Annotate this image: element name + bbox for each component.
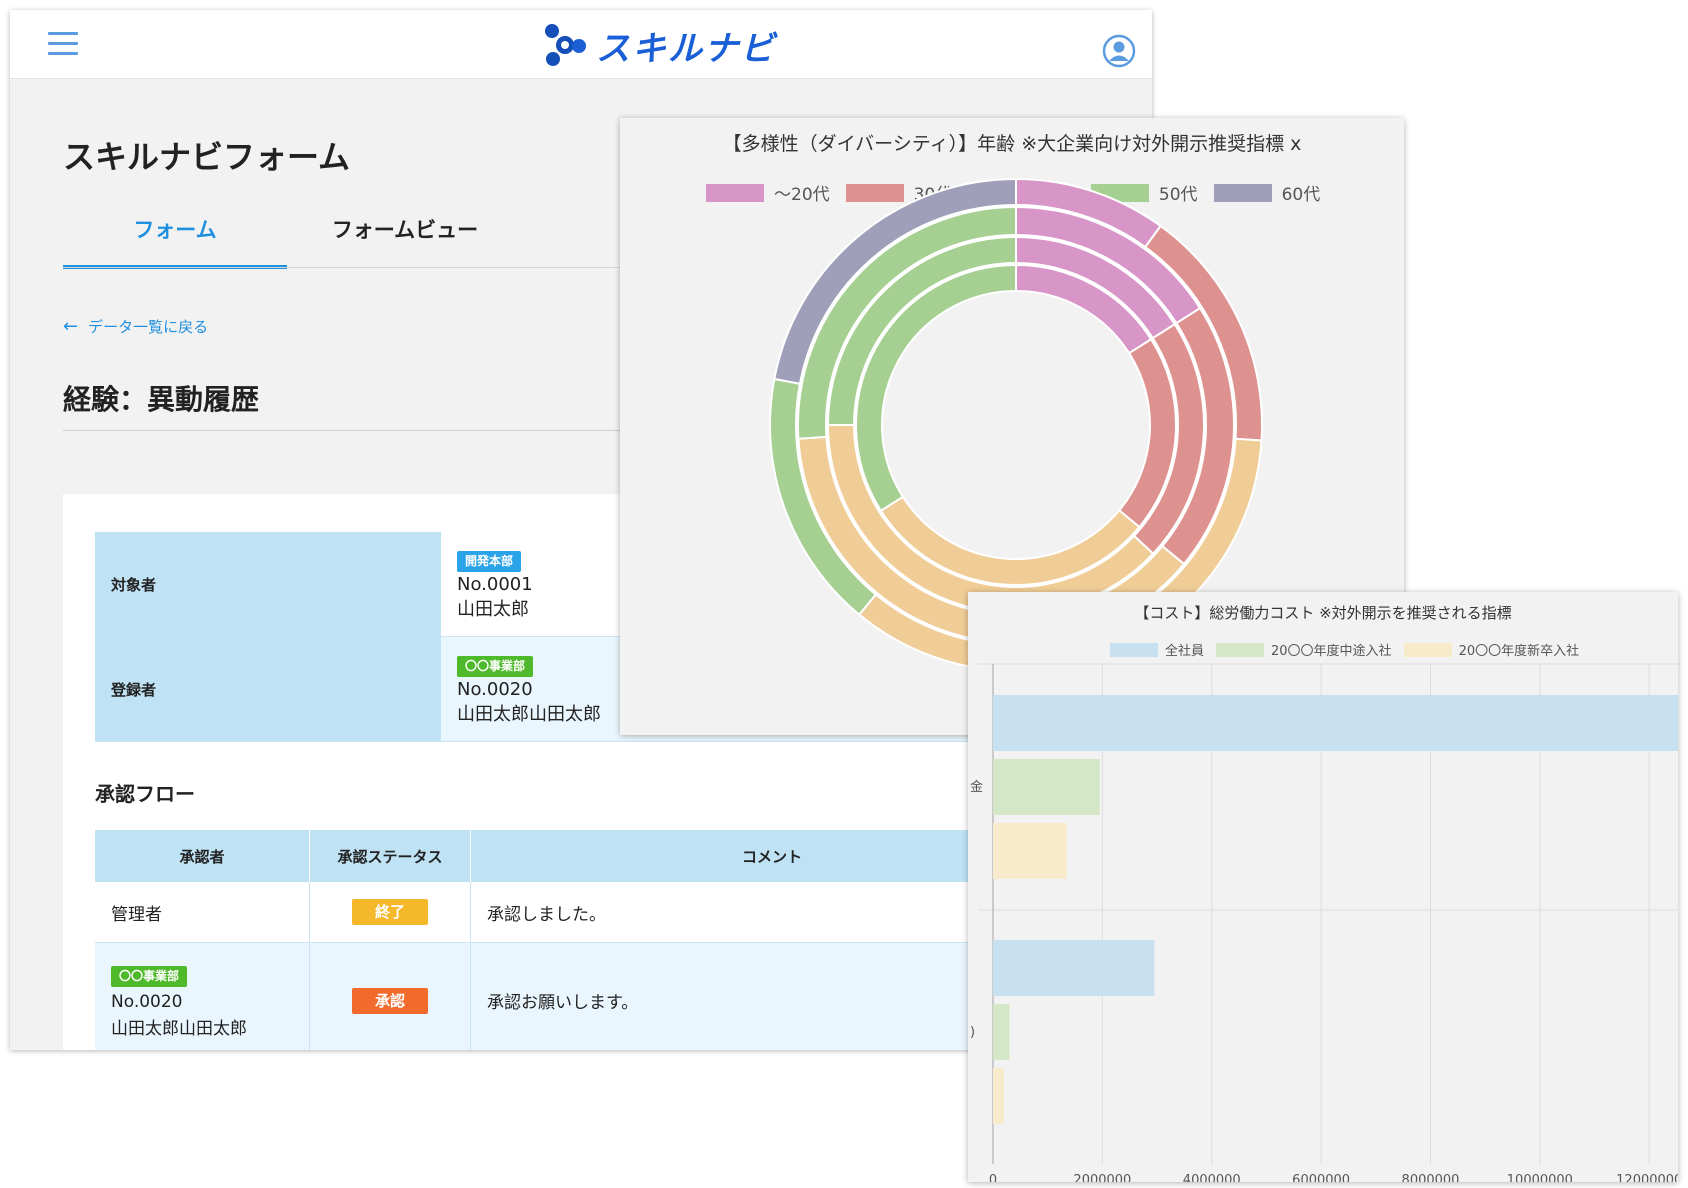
approval-flow-title: 承認フロー [95,782,195,806]
top-bar: スキルナビ [10,10,1152,79]
arrow-left-icon: ← [63,316,79,337]
approver-cell: 管理者 [95,882,310,943]
approver-cell: 〇〇事業部 No.0020 山田太郎山田太郎 [95,942,310,1050]
labor-cost-chart-panel: 【コスト】総労働力コスト ※対外開示を推奨される指標 全社員 20〇〇年度中途入社… [968,592,1678,1182]
bar[interactable] [993,940,1155,996]
app-logo[interactable]: スキルナビ [542,20,776,70]
approval-table: 承認者 承認ステータス コメント 管理者 終了 承認しました。 〇〇事業部 No… [95,830,1074,1050]
employee-number: No.0001 [457,573,533,595]
employee-number: No.0020 [457,678,533,700]
bar[interactable] [993,695,1678,751]
tab-form-view[interactable]: フォームビュー [293,215,517,265]
category-label: ) [970,1025,975,1040]
approval-header-row: 承認者 承認ステータス コメント [95,830,1074,882]
bar[interactable] [993,759,1100,815]
x-tick-label: 0 [989,1173,997,1182]
info-label: 対象者 [95,532,441,637]
status-badge: 終了 [352,899,428,925]
back-link-label: データ一覧に戻る [88,318,209,336]
logo-text: スキルナビ [596,28,776,69]
info-label: 登録者 [95,636,441,742]
bar[interactable] [993,1004,1010,1060]
employee-name: 山田太郎山田太郎 [111,1018,247,1039]
section-title: 経験：異動履歴 [63,383,260,416]
category-label: 金 [970,779,983,795]
table-row: 管理者 終了 承認しました。 [95,882,1074,943]
department-badge: 〇〇事業部 [457,655,534,677]
user-account-icon[interactable] [1102,34,1136,68]
page-title: スキルナビフォーム [63,138,351,176]
horizontal-bar-chart: 0 2000000 4000000 6000000 8000000 10000000 120… [970,663,1678,1182]
status-cell: 承認 [309,942,471,1050]
x-tick-label: 12000000 [1616,1173,1678,1182]
status-cell: 終了 [309,882,471,943]
department-badge: 〇〇事業部 [111,965,188,987]
bar[interactable] [993,823,1067,879]
x-tick-label: 10000000 [1507,1173,1573,1182]
department-badge: 開発本部 [457,550,522,572]
x-tick-label: 6000000 [1292,1173,1350,1182]
hamburger-menu-icon[interactable] [48,32,78,56]
logo-mark-icon [545,24,586,66]
employee-name: 山田太郎山田太郎 [457,703,601,725]
x-tick-label: 2000000 [1073,1173,1131,1182]
tab-form[interactable]: フォーム [63,215,287,269]
bar[interactable] [993,1068,1004,1124]
column-header: 承認者 [95,830,310,882]
x-tick-label: 8000000 [1402,1173,1460,1182]
status-badge: 承認 [352,987,428,1014]
column-header: 承認ステータス [309,830,471,882]
x-tick-label: 4000000 [1183,1173,1241,1182]
table-row: 〇〇事業部 No.0020 山田太郎山田太郎 承認 承認お願いします。 [95,942,1074,1050]
back-to-list-link[interactable]: ← データ一覧に戻る [63,316,208,337]
employee-name: 山田太郎 [457,598,529,620]
employee-number: No.0020 [111,991,183,1012]
